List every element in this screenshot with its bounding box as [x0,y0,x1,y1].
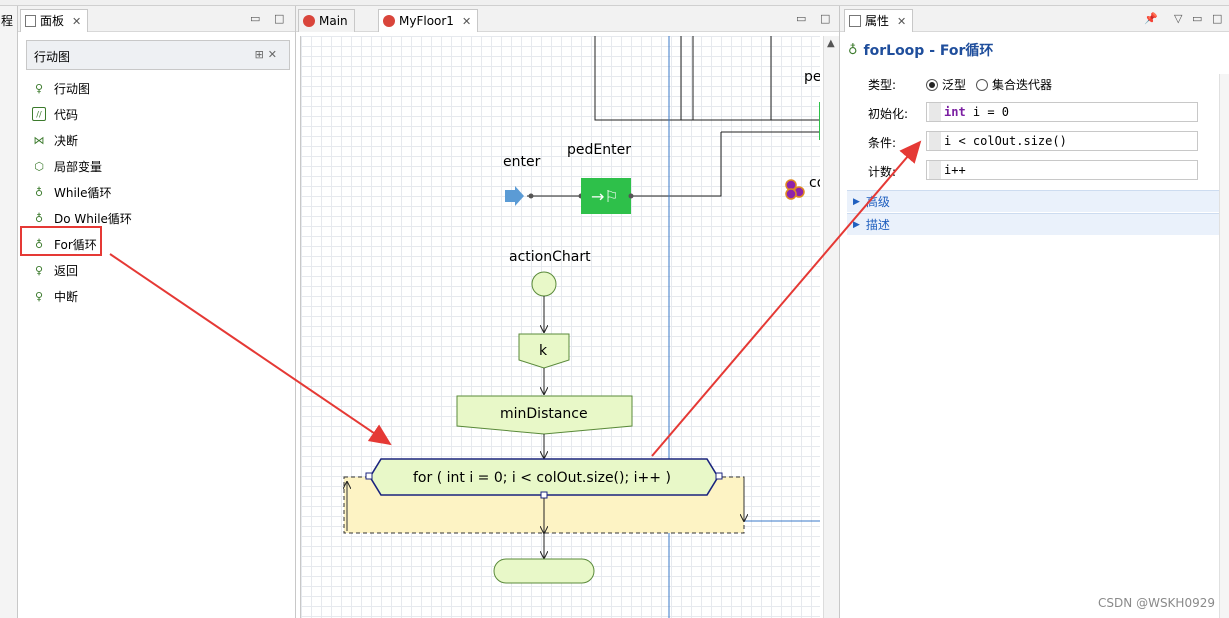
palette-panel: 面板 ✕ ▭ □ 行动图 ⊞✕ ♀ 行动图 // 代码 ⋈ 决断 ⬡ 局部变量 … [18,6,296,618]
count-field[interactable]: i++ [926,160,1198,180]
palette-tab[interactable]: 面板 ✕ [20,9,89,32]
label-pe-partial: pe [804,69,820,85]
editor-scrollbar[interactable]: ▲ [823,36,839,618]
action-chart-icon: ♀ [34,81,44,95]
field-gutter [929,132,941,150]
maximize-icon[interactable]: □ [820,12,830,25]
tab-myfloor1[interactable]: MyFloor1 ✕ [378,9,479,32]
type-option-generic[interactable]: 泛型 [926,76,966,93]
connector-port [528,193,534,199]
field-gutter [929,161,941,179]
editor-tab-bar: Main MyFloor1 ✕ ▭ □ [296,6,839,32]
return-icon: ♀ [34,263,44,277]
palette-item-while-loop[interactable]: ♁ While循环 [32,181,112,203]
section-advanced[interactable]: ▶ 高级 [847,190,1219,212]
connector-port [628,193,634,199]
label-k: k [539,343,548,359]
properties-tab-bar: 属性 ✕ 📌 ▽ ▭ □ [840,6,1229,32]
palette-item-code[interactable]: // 代码 [32,103,78,125]
palette-group-controls[interactable]: ⊞✕ [255,48,281,61]
condition-field[interactable]: i < colOut.size() [926,131,1198,151]
code-icon: // [32,107,46,121]
palette-item-break[interactable]: ♀ 中断 [32,285,78,307]
break-icon: ♀ [34,289,44,303]
properties-title: ♁ forLoop - For循环 [848,42,994,60]
field-gutter [929,103,941,121]
editor-panel: Main MyFloor1 ✕ ▭ □ pe enter pedEnter →⚐… [296,6,840,618]
for-loop-icon: ♁ [848,42,858,58]
type-option-collection-iterator[interactable]: 集合迭代器 [976,76,1052,93]
palette-tab-label: 面板 [40,13,65,28]
left-partial-panel: 程 [0,6,18,618]
palette-item-decision[interactable]: ⋈ 决断 [32,129,79,151]
network-lines [594,36,820,197]
count-row: 计数: [868,165,897,179]
init-row: 初始化: [868,107,909,121]
palette-group-header[interactable]: 行动图 ⊞✕ [26,40,290,70]
minimize-icon[interactable]: ▭ [796,12,806,25]
tab-main[interactable]: Main [298,9,355,32]
properties-tab[interactable]: 属性 ✕ [844,9,914,32]
expand-arrow-icon[interactable]: ▶ [853,197,860,207]
label-action-chart: actionChart [509,249,591,265]
ped-enter-icon: →⚐ [591,187,619,206]
properties-icon [849,15,861,27]
maximize-icon[interactable]: □ [274,12,284,25]
do-while-loop-icon: ♁ [34,211,44,225]
label-for-loop: for ( int i = 0; i < colOut.size(); i++ … [413,470,671,486]
palette-icon [25,15,36,27]
view-menu-icon[interactable]: ▽ [1174,12,1182,25]
label-min-distance: minDistance [500,406,588,422]
close-icon[interactable]: ✕ [462,11,471,32]
while-loop-icon: ♁ [34,185,44,199]
label-co-partial: co [809,175,820,191]
minimize-icon[interactable]: ▭ [1192,12,1202,25]
label-ped-enter: pedEnter [567,142,631,158]
ped-node-partial [819,102,820,140]
watermark: CSDN @WSKH0929 [1098,596,1215,610]
maximize-icon[interactable]: □ [1212,12,1222,25]
close-icon[interactable]: ✕ [897,11,906,32]
agent-icon [383,15,395,27]
type-row: 类型: 泛型 集合迭代器 [868,76,1053,93]
init-field[interactable]: int i = 0 [926,102,1198,122]
palette-item-return[interactable]: ♀ 返回 [32,259,78,281]
palette-item-action-chart[interactable]: ♀ 行动图 [32,77,90,99]
diagram-svg: pe enter pedEnter →⚐ co actionCha [301,36,820,618]
for-loop-highlight-box [20,226,102,256]
resize-handle[interactable] [715,472,723,480]
scroll-up-icon[interactable]: ▲ [827,38,835,49]
expand-arrow-icon[interactable]: ▶ [853,220,860,230]
close-icon[interactable]: ✕ [72,11,81,32]
radio-selected-icon[interactable] [926,78,938,91]
palette-group-title: 行动图 [34,50,71,64]
condition-row: 条件: [868,136,897,150]
properties-scrollbar[interactable] [1219,74,1229,618]
label-enter: enter [503,154,541,170]
action-chart-start[interactable] [531,271,557,297]
pin-icon[interactable]: 📌 [1144,12,1158,25]
diagram-canvas[interactable]: pe enter pedEnter →⚐ co actionCha [300,36,820,618]
properties-panel: 属性 ✕ 📌 ▽ ▭ □ ♁ forLoop - For循环 类型: 泛型 集合… [840,6,1229,618]
action-chart-end[interactable] [493,558,595,584]
resize-handle[interactable] [365,472,373,480]
radio-unselected-icon[interactable] [976,78,989,91]
enter-arrow-icon[interactable] [505,186,524,206]
local-variable-icon: ⬡ [34,159,44,173]
left-partial-tab[interactable]: 程 [0,10,13,32]
section-description[interactable]: ▶ 描述 [847,213,1219,235]
minimize-icon[interactable]: ▭ [250,12,260,25]
decision-icon: ⋈ [33,133,45,147]
agent-icon [303,15,315,27]
collection-icon[interactable] [785,179,805,200]
palette-tab-bar: 面板 ✕ ▭ □ [18,6,295,32]
resize-handle[interactable] [540,491,548,499]
palette-item-local-variable[interactable]: ⬡ 局部变量 [32,155,102,177]
